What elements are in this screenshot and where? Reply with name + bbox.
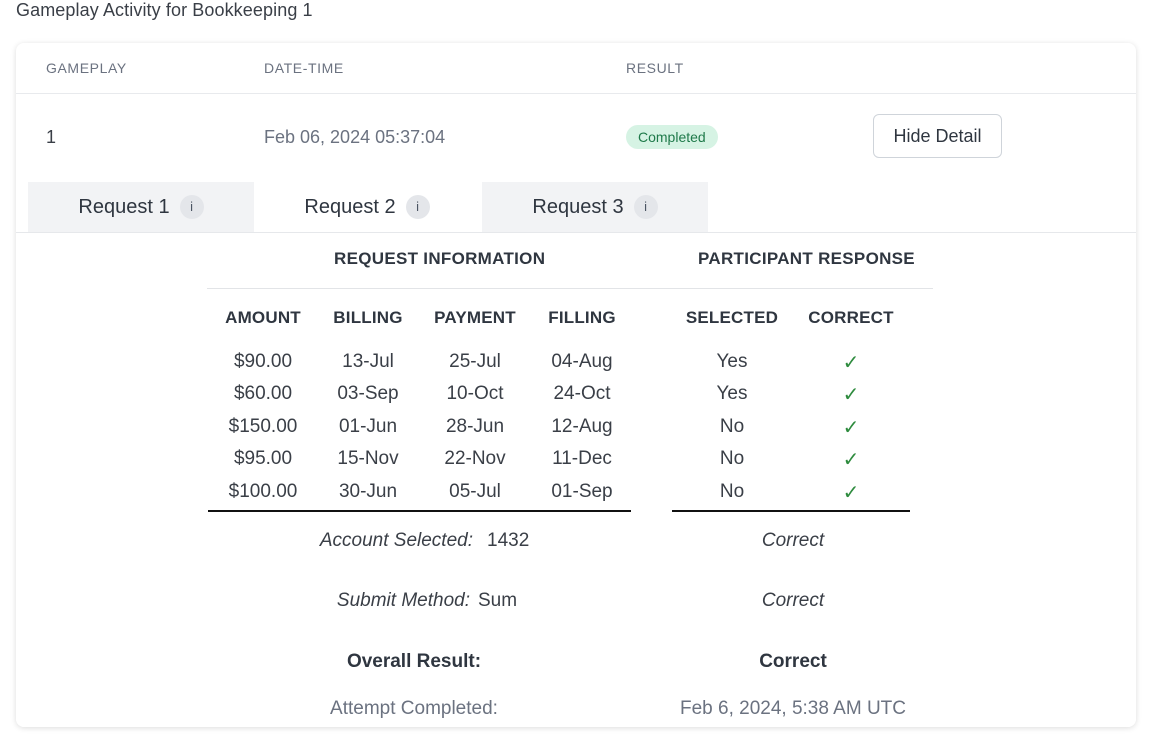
column-selected: SELECTED	[685, 308, 779, 327]
cell-payment: 22-Nov	[444, 448, 506, 469]
tab-label: Request 3	[532, 195, 624, 218]
cell-filling: 04-Aug	[551, 351, 613, 372]
cell-billing: 03-Sep	[337, 383, 399, 404]
row-datetime: Feb 06, 2024 05:37:04	[264, 127, 446, 147]
check-icon: ✓	[842, 417, 860, 439]
page-title: Gameplay Activity for Bookkeeping 1	[16, 0, 313, 20]
cell-payment: 25-Jul	[449, 351, 501, 372]
cell-payment: 10-Oct	[446, 383, 504, 404]
status-badge: Completed	[626, 125, 718, 149]
cell-filling: 01-Sep	[551, 481, 613, 502]
request-information-title: REQUEST INFORMATION	[334, 249, 546, 268]
account-selected-result: Correct	[761, 530, 825, 551]
request-table-rule	[208, 510, 631, 512]
cell-filling: 12-Aug	[551, 416, 613, 437]
cell-selected: No	[719, 416, 745, 437]
submit-method-result: Correct	[761, 590, 825, 611]
cell-filling: 11-Dec	[552, 448, 612, 469]
column-correct: CORRECT	[808, 308, 894, 327]
submit-method-label: Submit Method:	[336, 590, 470, 611]
cell-amount: $95.00	[233, 448, 293, 469]
info-icon[interactable]: i	[633, 195, 658, 219]
cell-amount: $60.00	[233, 383, 293, 404]
account-selected-label: Account Selected:	[319, 530, 473, 551]
response-table-rule	[672, 510, 910, 512]
tab-label: Request 1	[78, 195, 170, 218]
section-divider	[207, 288, 933, 289]
header-datetime: DATE-TIME	[264, 60, 344, 76]
info-icon[interactable]: i	[179, 195, 204, 219]
cell-selected: No	[719, 481, 745, 502]
cell-amount: $150.00	[228, 416, 298, 437]
gameplay-card: GAMEPLAY DATE-TIME RESULT 1 Feb 06, 2024…	[16, 43, 1136, 727]
column-filling: FILLING	[548, 308, 616, 327]
hide-detail-button[interactable]: Hide Detail	[873, 114, 1002, 158]
cell-amount: $100.00	[228, 481, 298, 502]
cell-billing: 13-Jul	[342, 351, 394, 372]
cell-billing: 15-Nov	[337, 448, 399, 469]
account-selected-value: 1432	[487, 530, 530, 551]
attempt-completed-value: Feb 6, 2024, 5:38 AM UTC	[679, 698, 906, 719]
attempt-completed-label: Attempt Completed:	[330, 698, 498, 719]
cell-payment: 28-Jun	[445, 416, 505, 437]
cell-selected: Yes	[716, 351, 748, 372]
cell-billing: 01-Jun	[338, 416, 398, 437]
tab-request-1[interactable]: Request 1 i	[28, 182, 254, 232]
cell-amount: $90.00	[233, 351, 293, 372]
column-amount: AMOUNT	[225, 308, 301, 327]
cell-selected: Yes	[716, 383, 748, 404]
header-result: RESULT	[626, 60, 684, 76]
table-header: GAMEPLAY DATE-TIME RESULT	[16, 43, 1136, 94]
check-icon: ✓	[842, 482, 860, 504]
tab-label: Request 2	[304, 195, 396, 218]
cell-payment: 05-Jul	[449, 481, 501, 502]
check-icon: ✓	[842, 449, 860, 471]
header-gameplay: GAMEPLAY	[46, 60, 127, 76]
cell-filling: 24-Oct	[553, 383, 611, 404]
overall-result-label: Overall Result:	[346, 651, 482, 672]
overall-result-value: Correct	[759, 651, 827, 672]
check-icon: ✓	[842, 352, 860, 374]
column-payment: PAYMENT	[434, 308, 516, 327]
check-icon: ✓	[842, 384, 860, 406]
info-icon[interactable]: i	[405, 195, 430, 219]
participant-response-title: PARTICIPANT RESPONSE	[698, 249, 915, 268]
tab-request-3[interactable]: Request 3 i	[482, 182, 708, 232]
cell-selected: No	[719, 448, 745, 469]
column-billing: BILLING	[333, 308, 403, 327]
tab-request-2[interactable]: Request 2 i	[254, 182, 480, 232]
cell-billing: 30-Jun	[338, 481, 398, 502]
row-gameplay-number: 1	[46, 127, 57, 147]
submit-method-value: Sum	[478, 590, 518, 611]
